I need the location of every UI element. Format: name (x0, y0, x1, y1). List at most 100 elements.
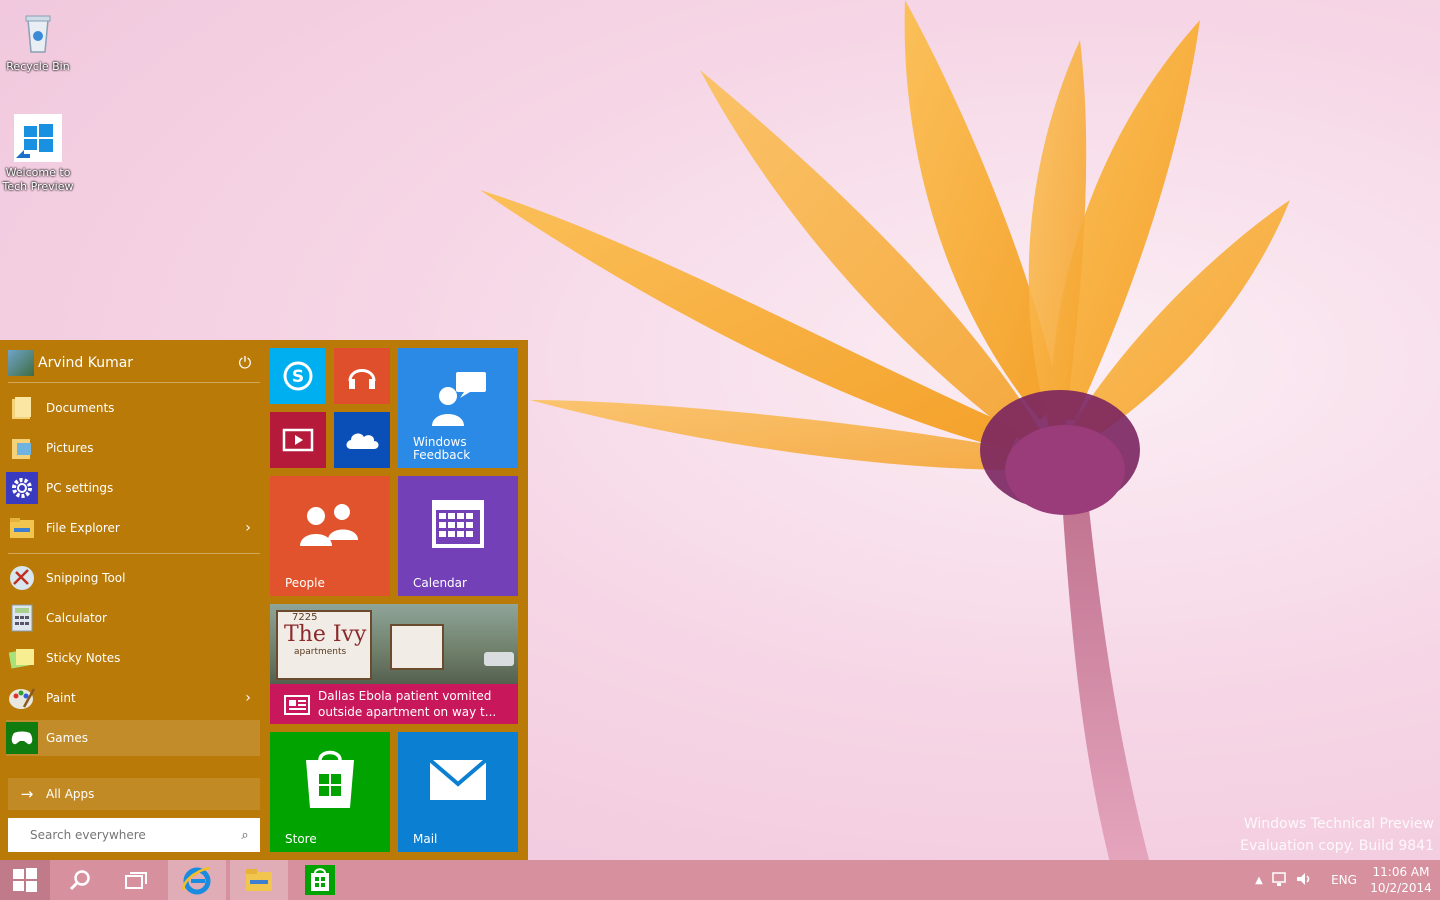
taskbar-file-explorer[interactable] (230, 860, 288, 900)
tile-label: Store (285, 832, 317, 846)
chevron-up-icon[interactable]: ▲ (1250, 875, 1268, 886)
start-item-snipping-tool[interactable]: Snipping Tool (6, 560, 260, 596)
sticky-note-icon (6, 642, 38, 674)
news-photo: 7225 The Ivy apartments (270, 604, 518, 684)
tile-music[interactable] (334, 348, 390, 404)
tile-video[interactable] (270, 412, 326, 468)
network-icon[interactable] (1268, 871, 1292, 890)
start-item-calculator[interactable]: Calculator (6, 600, 260, 636)
taskbar-internet-explorer[interactable] (168, 860, 226, 900)
tile-skype[interactable]: S (270, 348, 326, 404)
tile-store[interactable]: Store (270, 732, 390, 852)
start-menu-left-pane: Arvind Kumar ⏻ Documents Pictures PC set… (0, 340, 268, 860)
task-view-button[interactable] (112, 860, 160, 900)
news-sign-title: The Ivy (284, 622, 367, 647)
calendar-icon (430, 498, 486, 550)
start-item-file-explorer[interactable]: File Explorer › (6, 510, 260, 546)
news-icon (284, 694, 310, 716)
divider (8, 382, 260, 383)
welcome-label-line1: Welcome to (5, 166, 71, 179)
system-tray: ▲ ENG 11:06 AM 10/2/2014 (1250, 860, 1440, 900)
svg-text:S: S (292, 367, 304, 387)
search-icon (69, 870, 90, 891)
all-apps-button[interactable]: → All Apps (8, 778, 260, 810)
start-item-sticky-notes[interactable]: Sticky Notes (6, 640, 260, 676)
windows-logo-icon (13, 868, 37, 892)
divider (8, 553, 260, 554)
search-icon[interactable]: ⌕ (230, 828, 260, 843)
start-item-label: Documents (46, 401, 115, 415)
start-item-label: Calculator (46, 611, 107, 625)
watermark-line1: Windows Technical Preview (1243, 816, 1434, 832)
chevron-right-icon[interactable]: › (236, 690, 260, 706)
start-item-label: Snipping Tool (46, 571, 126, 585)
tile-windows-feedback[interactable]: Windows Feedback (398, 348, 518, 468)
file-explorer-icon (246, 869, 272, 891)
desktop-icon-welcome[interactable]: Welcome to Tech Preview (0, 114, 76, 194)
tile-people[interactable]: People (270, 476, 390, 596)
store-bag-icon (305, 865, 335, 895)
start-item-label: Paint (46, 691, 76, 705)
all-apps-label: All Apps (46, 787, 95, 801)
clock[interactable]: 11:06 AM 10/2/2014 (1368, 864, 1434, 896)
volume-icon[interactable] (1292, 871, 1316, 890)
search-button[interactable] (56, 860, 104, 900)
file-explorer-icon (6, 512, 38, 544)
cloud-icon (334, 412, 390, 468)
news-car (484, 652, 514, 666)
power-icon[interactable]: ⏻ (230, 353, 260, 373)
calculator-icon (6, 602, 38, 634)
start-item-paint[interactable]: Paint › (6, 680, 260, 716)
chevron-right-icon[interactable]: › (236, 520, 260, 536)
start-item-games[interactable]: Games (6, 720, 260, 756)
taskbar: ▲ ENG 11:06 AM 10/2/2014 (0, 860, 1440, 900)
user-account[interactable]: Arvind Kumar ⏻ (8, 346, 260, 380)
paint-palette-icon (6, 682, 38, 714)
recycle-bin-label: Recycle Bin (6, 60, 70, 73)
arrow-right-icon: → (20, 785, 34, 803)
clock-date: 10/2/2014 (1370, 881, 1432, 895)
tile-calendar[interactable]: Calendar (398, 476, 518, 596)
search-input[interactable] (28, 827, 230, 843)
people-icon (296, 498, 362, 550)
start-item-label: PC settings (46, 481, 114, 495)
gear-icon (6, 472, 38, 504)
build-watermark: Windows Technical Preview Evaluation cop… (1240, 816, 1434, 854)
start-item-label: Games (46, 731, 88, 745)
task-view-icon (125, 872, 147, 889)
news-sign: 7225 The Ivy apartments (276, 610, 372, 680)
documents-folder-icon (6, 392, 38, 424)
windows-logo-icon (14, 114, 62, 162)
skype-icon: S (270, 348, 326, 404)
welcome-label-line2: Tech Preview (2, 180, 74, 193)
search-box[interactable]: ⌕ (8, 818, 260, 852)
tile-mail[interactable]: Mail (398, 732, 518, 852)
start-item-pc-settings[interactable]: PC settings (6, 470, 260, 506)
recycle-bin-icon (14, 8, 62, 56)
video-icon (270, 412, 326, 468)
tile-label: Mail (413, 832, 438, 846)
tile-label-line2: Feedback (413, 448, 471, 462)
game-controller-icon (6, 722, 38, 754)
start-item-pictures[interactable]: Pictures (6, 430, 260, 466)
headphones-icon (334, 348, 390, 404)
user-avatar (8, 350, 34, 376)
language-indicator[interactable]: ENG (1320, 873, 1368, 887)
start-button[interactable] (0, 860, 50, 900)
start-item-documents[interactable]: Documents (6, 390, 260, 426)
feedback-icon (426, 368, 490, 430)
store-bag-icon (302, 746, 358, 812)
desktop-icon-recycle-bin[interactable]: Recycle Bin (0, 8, 76, 74)
tile-news[interactable]: 7225 The Ivy apartments Dallas Ebola pat… (270, 604, 518, 724)
taskbar-store[interactable] (294, 860, 346, 900)
tile-label: People (285, 576, 325, 590)
pictures-folder-icon (6, 432, 38, 464)
news-sign-subtitle: apartments (294, 647, 347, 657)
start-item-label: Sticky Notes (46, 651, 121, 665)
start-item-label: Pictures (46, 441, 94, 455)
tile-onedrive[interactable] (334, 412, 390, 468)
tile-label: Windows Feedback (413, 436, 470, 462)
tile-label: Calendar (413, 576, 467, 590)
news-headline: Dallas Ebola patient vomited outside apa… (318, 688, 496, 720)
start-menu: Arvind Kumar ⏻ Documents Pictures PC set… (0, 340, 528, 860)
